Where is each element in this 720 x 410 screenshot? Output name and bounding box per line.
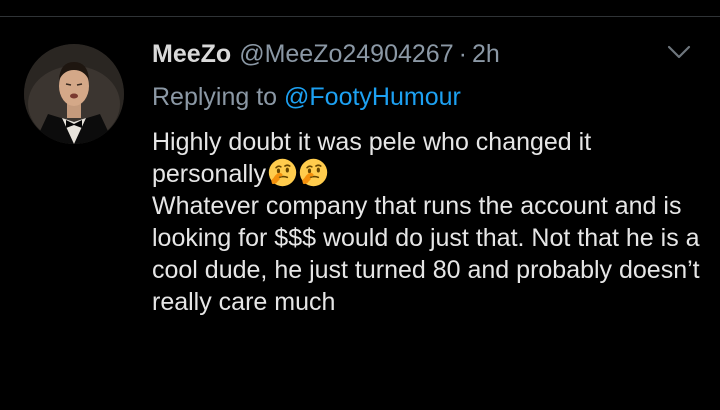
- avatar[interactable]: [24, 44, 124, 144]
- user-handle[interactable]: @MeeZo24904267: [239, 38, 453, 70]
- tweet-header: MeeZo @MeeZo24904267 · 2h: [152, 38, 500, 70]
- top-divider: [0, 16, 720, 17]
- tweet-line-1: Highly doubt it was pele who changed it: [152, 128, 592, 156]
- separator: ·: [458, 40, 467, 68]
- tweet-paragraph-2: Whatever company that runs the account a…: [152, 192, 700, 316]
- tweet-line-2-text: personally: [152, 160, 266, 188]
- replying-prefix: Replying to: [152, 83, 278, 111]
- replying-to: Replying to @FootyHumour: [152, 81, 461, 113]
- tweet-text: Highly doubt it was pele who changed it …: [152, 126, 707, 318]
- thinking-face-emoji: [268, 158, 297, 187]
- thinking-face-emoji: [299, 158, 328, 187]
- tweet-line-2: personally: [152, 158, 707, 190]
- avatar-image: [24, 44, 124, 144]
- timestamp[interactable]: 2h: [472, 38, 500, 70]
- replying-to-link[interactable]: @FootyHumour: [284, 83, 461, 111]
- display-name[interactable]: MeeZo: [152, 38, 231, 70]
- chevron-down-icon[interactable]: [664, 40, 694, 64]
